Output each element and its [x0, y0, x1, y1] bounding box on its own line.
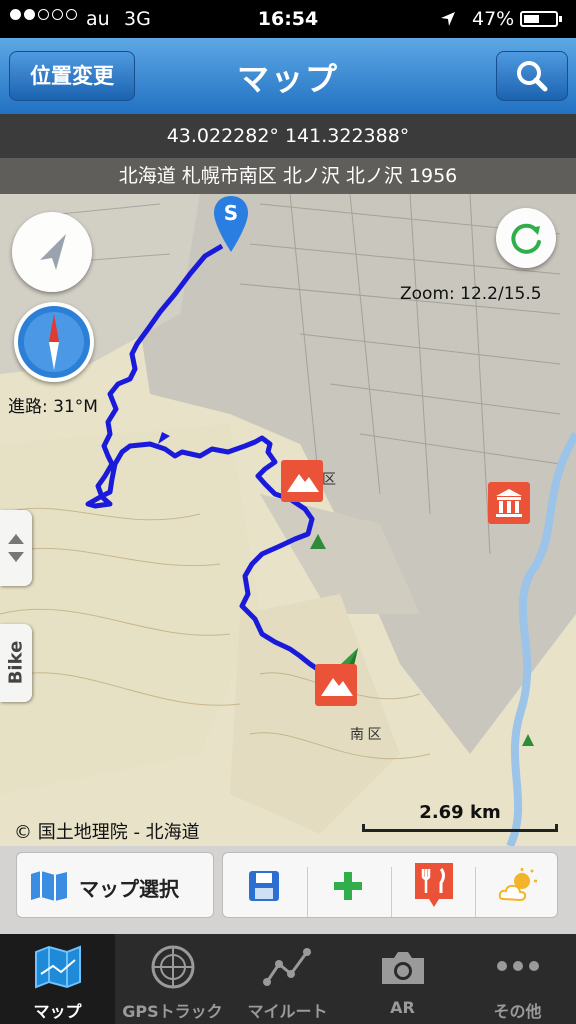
bike-mode-button[interactable]: Bike: [0, 624, 32, 702]
up-down-arrows-icon: [8, 534, 24, 562]
start-marker-label: S: [223, 201, 239, 225]
tab-bar: マップ GPSトラック マイルート AR その他: [0, 934, 576, 1024]
start-marker[interactable]: S: [214, 196, 248, 252]
heading-label: 進路: 31°M: [8, 397, 98, 417]
more-icon: [497, 961, 539, 971]
refresh-icon: [511, 223, 541, 254]
map-icon: [31, 871, 67, 901]
tab-gps-track[interactable]: GPSトラック: [115, 934, 230, 1024]
address-display: 北海道 札幌市南区 北ノ沢 北ノ沢 1956: [0, 158, 576, 194]
my-location-button[interactable]: [12, 212, 92, 292]
map-select-button[interactable]: マップ選択: [16, 852, 214, 918]
route-icon: [263, 948, 311, 986]
tab-label: マップ: [33, 1002, 82, 1021]
zoom-label: Zoom: 12.2/15.5: [400, 284, 542, 304]
save-icon[interactable]: [247, 869, 281, 903]
search-button[interactable]: [496, 51, 568, 101]
tab-label: GPSトラック: [122, 1002, 223, 1021]
add-icon[interactable]: [331, 869, 365, 903]
map-select-label: マップ選択: [79, 877, 179, 901]
zoom-stepper[interactable]: [0, 510, 32, 586]
tab-more[interactable]: その他: [460, 934, 576, 1024]
mountain-poi-icon[interactable]: [281, 460, 323, 502]
mountain-poi-icon[interactable]: [315, 664, 357, 706]
weather-icon[interactable]: [497, 867, 539, 905]
museum-poi-icon[interactable]: [488, 482, 530, 524]
status-bar: au 3G 16:54 47%: [0, 0, 576, 38]
map-copyright: © 国土地理院 - 北海道: [14, 822, 200, 843]
scale-label: 2.69 km: [419, 802, 501, 823]
map-icon: [35, 945, 81, 989]
tab-label: マイルート: [247, 1002, 328, 1021]
district-label: 南 区: [350, 727, 382, 743]
compass-button[interactable]: [14, 302, 94, 382]
refresh-button[interactable]: [496, 208, 556, 268]
tab-ar[interactable]: AR: [345, 934, 460, 1024]
coordinates-display: 43.022282° 141.322388°: [0, 114, 576, 158]
navigation-bar: 位置変更 マップ: [0, 38, 576, 114]
camera-icon: [382, 952, 424, 984]
tab-map[interactable]: マップ: [0, 934, 115, 1024]
scale-bar: 2.69 km: [362, 802, 558, 832]
district-label-2: 区: [322, 472, 336, 488]
bike-mode-label: Bike: [5, 640, 27, 685]
location-arrow-icon: [440, 10, 456, 32]
radar-icon: [151, 945, 195, 989]
restaurant-icon[interactable]: [413, 861, 455, 909]
map-toolbar: マップ選択: [0, 846, 576, 934]
map-view[interactable]: 南 区 区 S 進路: 31°M Zoom: 12.2/15.5 Bike © …: [0, 194, 576, 846]
battery-icon: [520, 11, 562, 27]
battery-percent: 47%: [472, 8, 515, 30]
tab-label: その他: [493, 1002, 542, 1021]
tab-my-route[interactable]: マイルート: [230, 934, 345, 1024]
action-button-group: [222, 852, 558, 918]
tab-label: AR: [390, 998, 415, 1017]
page-title: マップ: [236, 60, 339, 98]
location-arrow-icon: [40, 234, 66, 270]
search-icon: [517, 61, 548, 92]
compass-icon: [18, 306, 90, 378]
